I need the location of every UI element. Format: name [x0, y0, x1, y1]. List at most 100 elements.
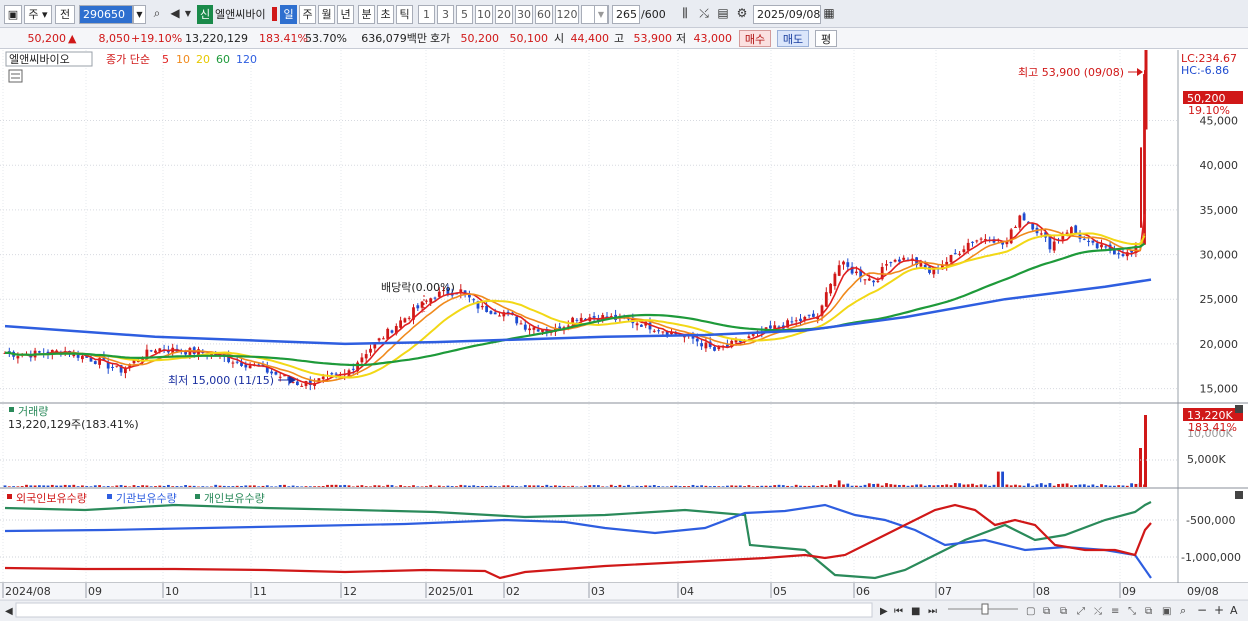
volume-bar	[610, 485, 613, 487]
fib-icon[interactable]: ≡	[1111, 606, 1119, 617]
volume-bar	[206, 486, 209, 487]
period-second-tab[interactable]: 초	[377, 5, 394, 24]
period-tick-tab[interactable]: 틱	[396, 5, 413, 24]
horizontal-scrollbar[interactable]	[16, 603, 872, 617]
window-icon[interactable]: ▣	[1162, 606, 1171, 617]
interval-20-button[interactable]: 20	[495, 5, 513, 24]
volume-bar	[275, 486, 278, 487]
buy-button[interactable]: 매수	[739, 30, 771, 47]
interval-120-button[interactable]: 120	[555, 5, 579, 24]
settings-gear-icon[interactable]: ⚙	[733, 5, 751, 24]
volume-bar	[279, 485, 282, 487]
candle-body	[1096, 243, 1099, 248]
period-month-tab[interactable]: 월	[318, 5, 335, 24]
volume-bar	[924, 486, 927, 487]
volume-pct: 183.41%	[259, 30, 305, 47]
zoom-search-icon[interactable]: ⌕	[1180, 604, 1186, 617]
count-max-label: /600	[641, 5, 675, 24]
volume-bar	[481, 486, 484, 487]
interval-3-button[interactable]: 3	[437, 5, 454, 24]
candle-body	[485, 306, 488, 312]
sell-button[interactable]: 매도	[777, 30, 809, 47]
zoom-slider-handle[interactable]	[982, 604, 988, 614]
volume-bar	[404, 486, 407, 487]
volume-bar	[64, 485, 67, 487]
eval-button[interactable]: 평	[815, 30, 837, 47]
candle-body	[279, 377, 282, 378]
volume-bar	[700, 485, 703, 487]
crosshair-icon[interactable]: ⤢	[1077, 606, 1085, 617]
date-input[interactable]: 2025/09/08	[753, 5, 821, 24]
period-week-tab[interactable]: 주	[299, 5, 316, 24]
stop-icon[interactable]: ■	[911, 606, 920, 617]
candle-body	[1040, 233, 1043, 234]
interval-1-button[interactable]: 1	[418, 5, 435, 24]
volume-bar	[958, 483, 961, 487]
rewind-icon[interactable]: ⏮	[894, 606, 903, 617]
volume-bar	[335, 485, 338, 487]
scroll-left-icon[interactable]: ◀	[5, 606, 13, 617]
volume-panel-close-icon[interactable]	[1235, 405, 1243, 413]
calendar-icon[interactable]: ▦	[820, 5, 838, 24]
font-size-icon[interactable]: A	[1230, 604, 1238, 617]
layout-icon[interactable]: ▢	[1026, 606, 1035, 617]
measure-icon[interactable]: ⤡	[1128, 606, 1136, 617]
x-tick-label: 2024/08	[5, 585, 51, 598]
trend-icon[interactable]: ⤯	[1094, 606, 1102, 617]
candle-type-icon[interactable]: ⫼	[676, 5, 694, 24]
prev-button[interactable]: 전	[55, 5, 75, 24]
market-select[interactable]: 주 ▾	[24, 5, 52, 24]
volume-bar	[120, 485, 123, 487]
candle-body	[1014, 227, 1017, 228]
legend-ma20: 20	[196, 53, 210, 66]
ask-label: 호가	[430, 30, 456, 47]
period-day-tab[interactable]: 일	[280, 5, 297, 24]
period-year-tab[interactable]: 년	[337, 5, 354, 24]
overlay-icon[interactable]: ⧉	[1060, 606, 1067, 617]
volume-bar	[292, 486, 295, 487]
volume-bar	[868, 483, 871, 487]
volume-bar	[846, 484, 849, 487]
calculator-icon[interactable]	[9, 70, 22, 82]
volume-bar	[438, 486, 441, 487]
low-price: 43,000	[690, 30, 732, 47]
save-icon[interactable]: ▤	[714, 5, 732, 24]
candle-body	[275, 372, 278, 375]
interval-10-button[interactable]: 10	[475, 5, 493, 24]
zoom-out-icon[interactable]: −	[1197, 603, 1207, 617]
volume-bar	[855, 486, 858, 487]
interval-60-button[interactable]: 60	[535, 5, 553, 24]
volume-bar	[365, 486, 368, 487]
volume-bar	[726, 486, 729, 487]
stock-code-input[interactable]: 290650	[79, 5, 133, 24]
candle-body	[490, 311, 493, 314]
speaker-dropdown-icon[interactable]: ▼	[182, 5, 194, 24]
screenshot-icon[interactable]: ⧉	[1145, 606, 1152, 617]
candle-body	[971, 242, 974, 243]
holdings-panel-close-icon[interactable]	[1235, 491, 1243, 499]
chart-area[interactable]: 엘앤씨바이오 종가 단순 5 10 20 60 120 LC:234.67 HC…	[0, 50, 1248, 621]
volume-bar	[369, 486, 372, 487]
candle-body	[1010, 229, 1013, 243]
search-icon[interactable]: ⌕	[148, 5, 166, 24]
scroll-right-icon[interactable]: ▶	[880, 606, 888, 617]
candle-body	[705, 343, 708, 349]
copy-icon[interactable]: ⧉	[1043, 606, 1050, 617]
interval-5-button[interactable]: 5	[456, 5, 473, 24]
window-menu-icon[interactable]: ▣	[4, 5, 22, 24]
volume-bar	[730, 485, 733, 487]
volume-bar	[739, 485, 742, 487]
zoom-in-icon[interactable]: +	[1214, 603, 1224, 617]
interval-dropdown-icon[interactable]: ▼	[594, 5, 608, 24]
candle-body	[885, 264, 888, 265]
volume-bar	[494, 486, 497, 487]
candle-body	[416, 305, 419, 308]
volume-bar	[1083, 484, 1086, 487]
count-input[interactable]: 265	[612, 5, 640, 24]
candle-body	[150, 350, 153, 351]
period-minute-tab[interactable]: 분	[358, 5, 375, 24]
interval-30-button[interactable]: 30	[515, 5, 533, 24]
draw-tool-icon[interactable]: ⤯	[695, 5, 713, 24]
fast-forward-icon[interactable]: ⏭	[928, 606, 937, 617]
code-dropdown-icon[interactable]: ▼	[133, 5, 146, 24]
